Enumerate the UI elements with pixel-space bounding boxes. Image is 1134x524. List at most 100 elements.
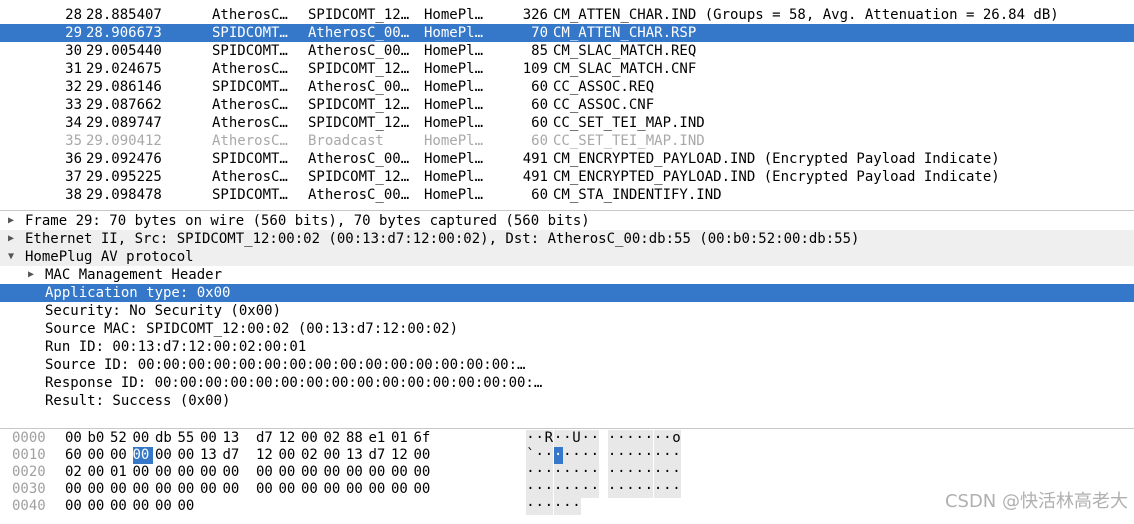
ascii-byte[interactable]: U xyxy=(572,430,581,447)
hex-byte[interactable]: 00 xyxy=(132,447,153,464)
hex-byte[interactable]: 00 xyxy=(256,481,276,498)
hex-byte[interactable]: 00 xyxy=(133,481,153,498)
hex-byte[interactable]: 00 xyxy=(65,481,85,498)
ascii-byte[interactable]: · xyxy=(672,464,681,481)
hex-byte[interactable]: 00 xyxy=(110,447,130,464)
hex-byte[interactable]: 01 xyxy=(391,430,411,447)
hex-byte[interactable]: 00 xyxy=(414,481,434,498)
ascii-byte[interactable]: · xyxy=(526,464,535,481)
hex-byte[interactable]: 13 xyxy=(200,447,220,464)
ascii-byte[interactable]: · xyxy=(653,447,663,464)
hex-byte[interactable]: 00 xyxy=(200,430,220,447)
hex-byte[interactable]: 00 xyxy=(346,464,366,481)
ascii-byte[interactable]: · xyxy=(526,481,535,498)
hex-byte[interactable]: 60 xyxy=(65,447,85,464)
hex-byte[interactable]: 00 xyxy=(65,498,85,515)
expand-toggle-collapsed-icon[interactable]: ▶ xyxy=(8,230,14,248)
ascii-byte[interactable]: · xyxy=(626,447,635,464)
hex-byte[interactable]: 00 xyxy=(110,481,130,498)
hex-byte[interactable]: 00 xyxy=(223,464,243,481)
ascii-byte[interactable]: · xyxy=(635,481,645,498)
ascii-byte[interactable]: · xyxy=(635,447,645,464)
hex-byte[interactable]: 00 xyxy=(301,430,321,447)
hex-byte[interactable]: 00 xyxy=(223,481,243,498)
ascii-byte[interactable]: · xyxy=(662,447,672,464)
ascii-byte[interactable]: · xyxy=(672,447,681,464)
ascii-byte[interactable]: · xyxy=(590,430,600,447)
hex-byte[interactable]: 6f xyxy=(414,430,434,447)
ascii-byte[interactable]: · xyxy=(616,430,626,447)
hex-byte[interactable]: 02 xyxy=(65,464,85,481)
hex-byte[interactable]: 00 xyxy=(256,464,276,481)
ascii-byte[interactable]: · xyxy=(535,464,545,481)
ascii-byte[interactable]: · xyxy=(607,447,617,464)
ascii-byte[interactable]: · xyxy=(572,481,581,498)
hex-byte[interactable]: 13 xyxy=(346,447,366,464)
hex-byte[interactable]: 00 xyxy=(279,447,299,464)
detail-row[interactable]: ▶ MAC Management Header xyxy=(0,266,1134,284)
ascii-byte[interactable]: · xyxy=(526,430,535,447)
ascii-byte[interactable]: · xyxy=(544,481,554,498)
ascii-byte[interactable]: · xyxy=(653,464,663,481)
hex-byte[interactable]: 01 xyxy=(110,464,130,481)
hex-byte[interactable]: 00 xyxy=(279,481,299,498)
hex-byte[interactable]: 12 xyxy=(279,430,299,447)
ascii-byte[interactable]: · xyxy=(644,430,654,447)
ascii-byte[interactable]: · xyxy=(644,481,654,498)
hex-byte[interactable]: 00 xyxy=(414,464,434,481)
hex-byte[interactable]: 00 xyxy=(155,447,175,464)
ascii-byte[interactable]: · xyxy=(544,464,554,481)
hex-byte[interactable]: 00 xyxy=(88,464,108,481)
hex-byte[interactable]: 00 xyxy=(88,481,108,498)
ascii-byte[interactable]: · xyxy=(526,498,535,515)
hex-byte[interactable]: 00 xyxy=(324,464,344,481)
hex-byte[interactable]: 00 xyxy=(178,464,198,481)
hex-byte[interactable]: 00 xyxy=(346,481,366,498)
hex-byte[interactable]: 00 xyxy=(88,498,108,515)
packet-row[interactable]: 37 29.095225 AtherosC… SPIDCOMT_12… HomePl… 4… xyxy=(0,168,1134,186)
hex-byte[interactable]: 88 xyxy=(346,430,366,447)
ascii-byte[interactable]: · xyxy=(635,430,645,447)
ascii-byte[interactable]: · xyxy=(607,481,617,498)
hex-byte[interactable]: 00 xyxy=(133,464,153,481)
ascii-byte[interactable]: · xyxy=(653,430,663,447)
detail-row[interactable]: Run ID: 00:13:d7:12:00:02:00:01 xyxy=(0,338,1134,356)
hex-byte[interactable]: d7 xyxy=(223,447,243,464)
hex-byte[interactable]: 02 xyxy=(301,447,321,464)
hex-byte[interactable]: 12 xyxy=(391,447,411,464)
detail-row[interactable]: Response ID: 00:00:00:00:00:00:00:00:00:… xyxy=(0,374,1134,392)
ascii-byte[interactable]: · xyxy=(616,447,626,464)
ascii-byte[interactable]: · xyxy=(662,481,672,498)
ascii-byte[interactable]: · xyxy=(644,447,654,464)
packet-row[interactable]: 30 29.005440 SPIDCOMT… AtherosC_00… HomePl… 8… xyxy=(0,42,1134,60)
ascii-byte[interactable]: · xyxy=(535,447,545,464)
ascii-byte[interactable]: · xyxy=(581,464,591,481)
hex-byte[interactable]: 00 xyxy=(301,481,321,498)
ascii-byte[interactable]: · xyxy=(572,498,581,515)
ascii-byte[interactable]: · xyxy=(562,481,572,498)
hex-byte[interactable]: 00 xyxy=(88,447,108,464)
hex-byte[interactable]: 00 xyxy=(155,481,175,498)
ascii-byte[interactable]: · xyxy=(553,430,563,447)
ascii-byte[interactable]: · xyxy=(607,464,617,481)
hex-byte[interactable]: 00 xyxy=(178,447,198,464)
hex-byte[interactable]: 00 xyxy=(391,464,411,481)
ascii-byte[interactable]: · xyxy=(672,481,681,498)
ascii-byte[interactable]: · xyxy=(644,464,654,481)
hex-byte[interactable]: 00 xyxy=(133,430,153,447)
hex-byte[interactable]: 02 xyxy=(324,430,344,447)
ascii-byte[interactable]: · xyxy=(544,447,554,464)
hex-byte[interactable]: 00 xyxy=(178,498,198,515)
hex-byte[interactable]: 00 xyxy=(200,481,220,498)
detail-row[interactable]: ▼ HomePlug AV protocol xyxy=(0,248,1134,266)
hex-byte[interactable]: b0 xyxy=(88,430,108,447)
packet-row[interactable]: 35 29.090412 AtherosC… Broadcast HomePl… 60 CC… xyxy=(0,132,1134,150)
detail-row[interactable]: Source MAC: SPIDCOMT_12:00:02 (00:13:d7:… xyxy=(0,320,1134,338)
hex-byte[interactable]: 00 xyxy=(324,447,344,464)
ascii-byte[interactable]: · xyxy=(653,481,663,498)
ascii-byte[interactable]: · xyxy=(572,464,581,481)
ascii-byte[interactable]: · xyxy=(590,481,600,498)
ascii-byte[interactable]: · xyxy=(662,464,672,481)
ascii-byte[interactable]: · xyxy=(535,481,545,498)
detail-row[interactable]: ▶ Frame 29: 70 bytes on wire (560 bits), … xyxy=(0,212,1134,230)
